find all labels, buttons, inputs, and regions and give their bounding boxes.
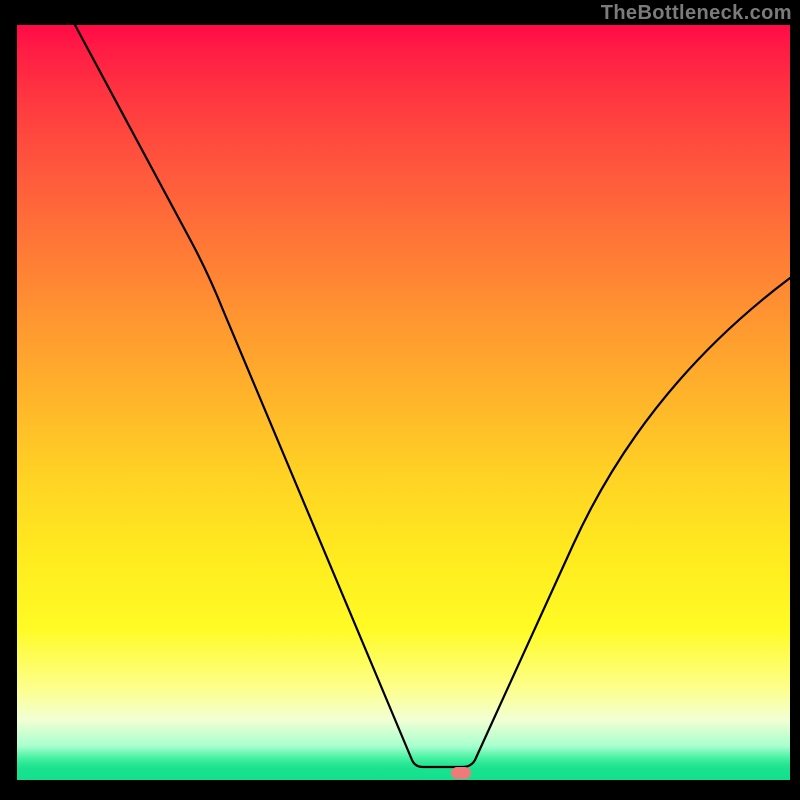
attribution-text: TheBottleneck.com (601, 2, 792, 25)
optimal-point-marker (451, 767, 471, 779)
plot-area (17, 25, 790, 780)
curve-path (75, 25, 790, 767)
bottleneck-curve (17, 25, 790, 780)
chart-frame: TheBottleneck.com (0, 0, 800, 800)
